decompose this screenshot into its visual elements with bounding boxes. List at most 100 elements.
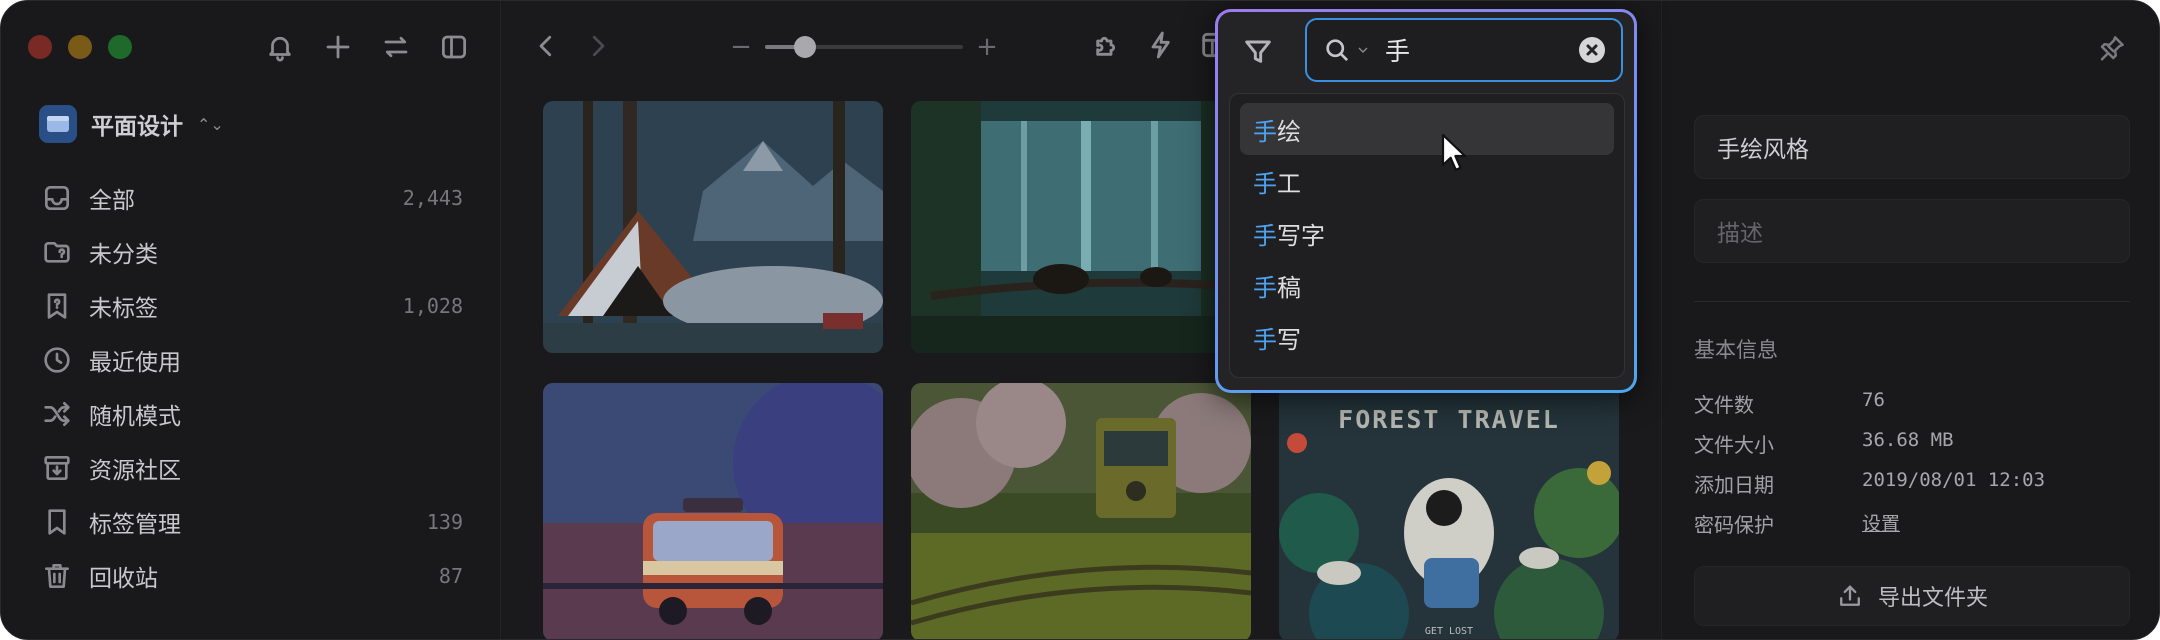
sidebar-item-label: 全部 — [89, 188, 135, 214]
info-key: 密码保护 — [1694, 513, 1774, 537]
export-folder-button[interactable]: 导出文件夹 — [1694, 566, 2130, 626]
info-row-date-added: 添加日期 2019/08/01 12:03 — [1694, 469, 2130, 498]
pin-button[interactable] — [2097, 33, 2127, 67]
sidebar-item-random[interactable]: 随机模式 — [1, 387, 501, 441]
chevron-left-icon — [539, 35, 552, 57]
info-key: 文件数 — [1694, 393, 1754, 417]
history-nav — [531, 31, 613, 65]
shuffle-icon — [44, 402, 70, 426]
grid-item[interactable] — [911, 101, 1251, 353]
minimize-window-button[interactable] — [68, 35, 92, 59]
mouse-cursor-icon — [1441, 133, 1469, 177]
export-folder-label: 导出文件夹 — [1877, 586, 1988, 611]
swap-arrows-icon — [384, 36, 408, 58]
info-row-password: 密码保护 设置 — [1694, 509, 2130, 538]
back-button[interactable] — [531, 31, 561, 65]
sidebar-toggle-icon — [442, 35, 466, 59]
sidebar-item-label: 未分类 — [89, 242, 158, 268]
suggestion-item[interactable]: 手工 — [1240, 155, 1614, 207]
sidebar-item-all[interactable]: 全部 2,443 — [1, 171, 501, 225]
suggestion-rest: 工 — [1277, 169, 1301, 198]
info-key: 添加日期 — [1694, 473, 1774, 497]
password-setup-link[interactable]: 设置 — [1862, 509, 1900, 538]
grid-item[interactable] — [543, 383, 883, 639]
sidebar-item-count: 1,028 — [402, 294, 463, 318]
suggestion-item[interactable]: 手稿 — [1240, 259, 1614, 311]
sidebar-item-recent[interactable]: 最近使用 — [1, 333, 501, 387]
chevron-updown-icon: ⌃⌄ — [197, 114, 224, 134]
info-value: 76 — [1862, 389, 1885, 411]
sidebar-item-uncategorized[interactable]: 未分类 — [1, 225, 501, 279]
sidebar-item-label: 回收站 — [89, 566, 158, 592]
zoom-out-button[interactable]: − — [729, 34, 753, 60]
sidebar-item-count: 87 — [438, 564, 463, 588]
image-thumbnail — [543, 101, 883, 353]
close-icon — [1586, 44, 1598, 56]
suggestion-item[interactable]: 手写字 — [1240, 207, 1614, 259]
inbox-icon — [45, 186, 69, 210]
upload-icon — [1840, 585, 1860, 606]
search-input[interactable] — [1385, 35, 1555, 65]
sidebar-item-label: 标签管理 — [89, 512, 181, 538]
notification-button[interactable] — [264, 31, 296, 63]
suggestion-rest: 写字 — [1277, 221, 1325, 250]
sidebar: 平面设计 ⌃⌄ 全部 2,443 未分类 未标签 1,028 最近使用 随机模式… — [1, 1, 501, 639]
library-name: 平面设计 — [91, 114, 183, 140]
suggestion-item[interactable]: 手绘 — [1240, 103, 1614, 155]
suggestion-match: 手 — [1253, 117, 1277, 146]
clock-icon — [44, 347, 70, 373]
image-title-text: FOREST TRAVEL — [1338, 405, 1560, 434]
suggestion-item[interactable]: 手写 — [1240, 311, 1614, 363]
suggestion-match: 手 — [1253, 221, 1277, 250]
library-icon — [39, 105, 77, 143]
add-button[interactable] — [322, 31, 354, 63]
library-switcher[interactable]: 平面设计 ⌃⌄ — [39, 105, 224, 143]
app-window: 平面设计 ⌃⌄ 全部 2,443 未分类 未标签 1,028 最近使用 随机模式… — [0, 0, 2160, 640]
image-caption-text: GET LOST — [1424, 626, 1474, 637]
suggestion-match: 手 — [1253, 325, 1277, 354]
search-suggestions: 手绘 手工 手写字 手稿 手写 — [1229, 93, 1625, 378]
chevron-right-icon — [592, 35, 605, 57]
filter-button[interactable] — [1242, 36, 1274, 72]
zoom-in-button[interactable]: + — [975, 34, 999, 60]
pin-icon — [2100, 36, 2124, 61]
forward-button[interactable] — [583, 31, 613, 65]
main-toolbar — [1091, 29, 1231, 65]
grid-item[interactable]: FOREST TRAVEL GET LOST — [1279, 383, 1619, 639]
close-window-button[interactable] — [28, 35, 52, 59]
trash-icon — [45, 564, 69, 588]
sidebar-nav: 全部 2,443 未分类 未标签 1,028 最近使用 随机模式 资源社区 标签… — [1, 171, 501, 603]
zoom-slider[interactable]: − + — [729, 34, 999, 60]
zoom-track[interactable] — [765, 36, 963, 58]
search-box[interactable] — [1305, 18, 1623, 82]
suggestion-match: 手 — [1253, 273, 1277, 302]
sidebar-item-count: 2,443 — [402, 186, 463, 210]
zoom-thumb[interactable] — [793, 36, 816, 58]
tag-question-icon — [47, 293, 67, 319]
sidebar-item-community[interactable]: 资源社区 — [1, 441, 501, 495]
folder-name-field[interactable]: 手绘风格 — [1694, 115, 2130, 179]
filter-icon — [1245, 40, 1271, 63]
info-section-title: 基本信息 — [1694, 338, 1778, 362]
sidebar-item-trash[interactable]: 回收站 87 — [1, 549, 501, 603]
grid-item[interactable] — [543, 101, 883, 353]
clear-search-button[interactable] — [1579, 37, 1605, 63]
sidebar-item-untagged[interactable]: 未标签 1,028 — [1, 279, 501, 333]
bookmark-icon — [48, 509, 66, 535]
plugins-button[interactable] — [1091, 29, 1123, 65]
toggle-sidebar-button[interactable] — [438, 31, 470, 63]
info-value: 2019/08/01 12:03 — [1862, 469, 2046, 491]
sidebar-item-label: 最近使用 — [89, 350, 181, 376]
actions-button[interactable] — [1145, 29, 1177, 65]
divider — [1694, 301, 2130, 302]
search-icon — [1326, 39, 1348, 61]
description-field[interactable]: 描述 — [1694, 199, 2130, 263]
bell-icon — [269, 36, 291, 62]
info-row-file-count: 文件数 76 — [1694, 389, 2130, 418]
sidebar-item-tag-manager[interactable]: 标签管理 139 — [1, 495, 501, 549]
chevron-down-icon[interactable] — [1355, 42, 1371, 58]
sync-button[interactable] — [380, 31, 412, 63]
grid-item[interactable] — [911, 383, 1251, 639]
maximize-window-button[interactable] — [108, 35, 132, 59]
sidebar-item-label: 资源社区 — [89, 458, 181, 484]
